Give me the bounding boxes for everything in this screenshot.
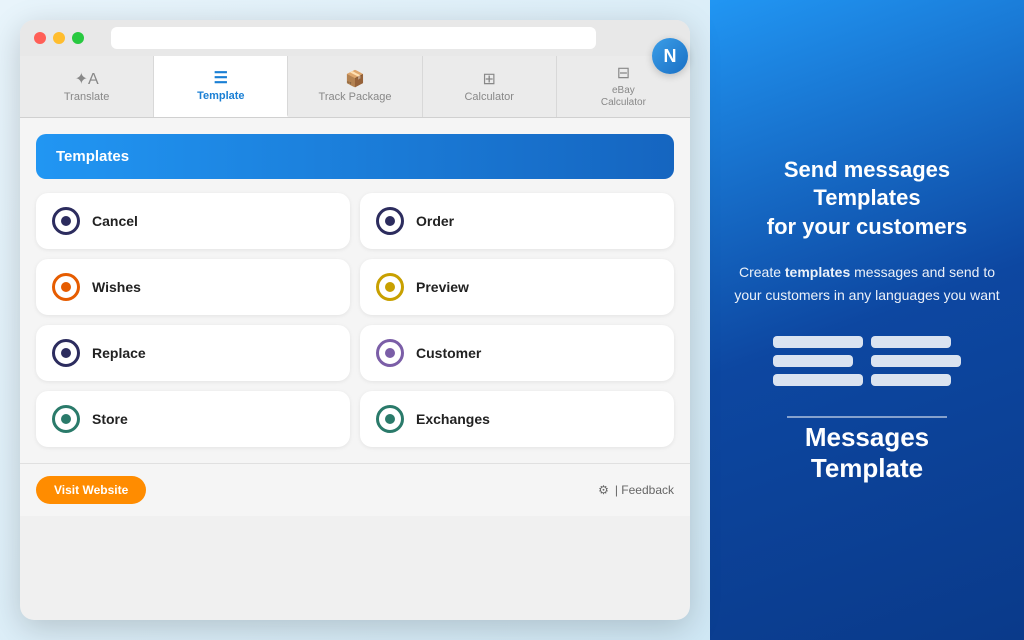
tab-calculator[interactable]: ⊞ Calculator: [423, 56, 557, 117]
ebay-calculator-icon: ⊟: [617, 66, 630, 82]
promo-subtitle: Messages Template: [805, 422, 929, 484]
cancel-icon: [52, 207, 80, 235]
tab-bar: ✦A Translate ☰ Template 📦 Track Package …: [20, 56, 690, 118]
exchanges-icon: [376, 405, 404, 433]
tab-template-label: Template: [197, 90, 244, 102]
templates-title: Templates: [56, 148, 129, 165]
wishes-label: Wishes: [92, 279, 141, 295]
preview-label: Preview: [416, 279, 469, 295]
replace-icon: [52, 339, 80, 367]
template-item-exchanges[interactable]: Exchanges: [360, 391, 674, 447]
graphic-line-5: [871, 355, 961, 367]
browser-titlebar: [20, 20, 690, 56]
browser-window: N ✦A Translate ☰ Template 📦 Track Packag…: [20, 20, 690, 620]
template-item-order[interactable]: Order: [360, 193, 674, 249]
tab-track-package[interactable]: 📦 Track Package: [288, 56, 422, 117]
tab-calculator-label: Calculator: [464, 91, 514, 103]
cancel-label: Cancel: [92, 213, 138, 229]
template-item-preview[interactable]: Preview: [360, 259, 674, 315]
close-button-icon[interactable]: [34, 32, 46, 44]
calculator-icon: ⊞: [483, 72, 496, 88]
graphic-line-4: [871, 336, 951, 348]
template-item-store[interactable]: Store: [36, 391, 350, 447]
track-package-icon: 📦: [345, 72, 365, 88]
browser-section: N ✦A Translate ☰ Template 📦 Track Packag…: [0, 0, 710, 640]
tab-ebay-label: eBayCalculator: [601, 85, 646, 109]
feedback-area[interactable]: ⚙ | Feedback: [598, 483, 674, 497]
graphic-line-3: [773, 374, 863, 386]
promo-description: Create templates messages and send to yo…: [734, 261, 1000, 306]
settings-icon: ⚙: [598, 483, 609, 497]
translate-icon: ✦A: [75, 72, 99, 88]
graphic-line-2: [773, 355, 853, 367]
maximize-button-icon[interactable]: [72, 32, 84, 44]
minimize-button-icon[interactable]: [53, 32, 65, 44]
template-tab-icon: ☰: [214, 71, 228, 87]
promo-title: Send messages Templates for your custome…: [767, 156, 968, 242]
templates-grid: Cancel Order Wishes Preview: [36, 193, 674, 447]
template-item-customer[interactable]: Customer: [360, 325, 674, 381]
url-bar[interactable]: [111, 27, 596, 49]
customer-label: Customer: [416, 345, 481, 361]
store-label: Store: [92, 411, 128, 427]
tab-track-label: Track Package: [319, 91, 392, 103]
graphic-divider: [787, 416, 947, 418]
feedback-label: | Feedback: [615, 483, 674, 497]
main-panel: Templates Cancel Order Wishes: [20, 118, 690, 463]
wishes-icon: [52, 273, 80, 301]
exchanges-label: Exchanges: [416, 411, 490, 427]
graphic-line-6: [871, 374, 951, 386]
visit-website-button[interactable]: Visit Website: [36, 476, 146, 504]
tab-template[interactable]: ☰ Template: [154, 56, 288, 117]
replace-label: Replace: [92, 345, 146, 361]
template-item-cancel[interactable]: Cancel: [36, 193, 350, 249]
graphic-line-1: [773, 336, 863, 348]
app-content: ✦A Translate ☰ Template 📦 Track Package …: [20, 56, 690, 516]
customer-icon: [376, 339, 404, 367]
graphic-col-left: [773, 336, 863, 386]
graphic-col-right: [871, 336, 961, 386]
template-graphic-icon: [773, 336, 961, 386]
templates-header: Templates: [36, 134, 674, 179]
promo-section: Send messages Templates for your custome…: [710, 0, 1024, 640]
template-item-wishes[interactable]: Wishes: [36, 259, 350, 315]
template-item-replace[interactable]: Replace: [36, 325, 350, 381]
preview-icon: [376, 273, 404, 301]
order-icon: [376, 207, 404, 235]
tab-translate-label: Translate: [64, 91, 109, 103]
footer-bar: Visit Website ⚙ | Feedback: [20, 463, 690, 516]
order-label: Order: [416, 213, 454, 229]
store-icon: [52, 405, 80, 433]
tab-translate[interactable]: ✦A Translate: [20, 56, 154, 117]
browser-logo-icon: N: [652, 38, 688, 74]
